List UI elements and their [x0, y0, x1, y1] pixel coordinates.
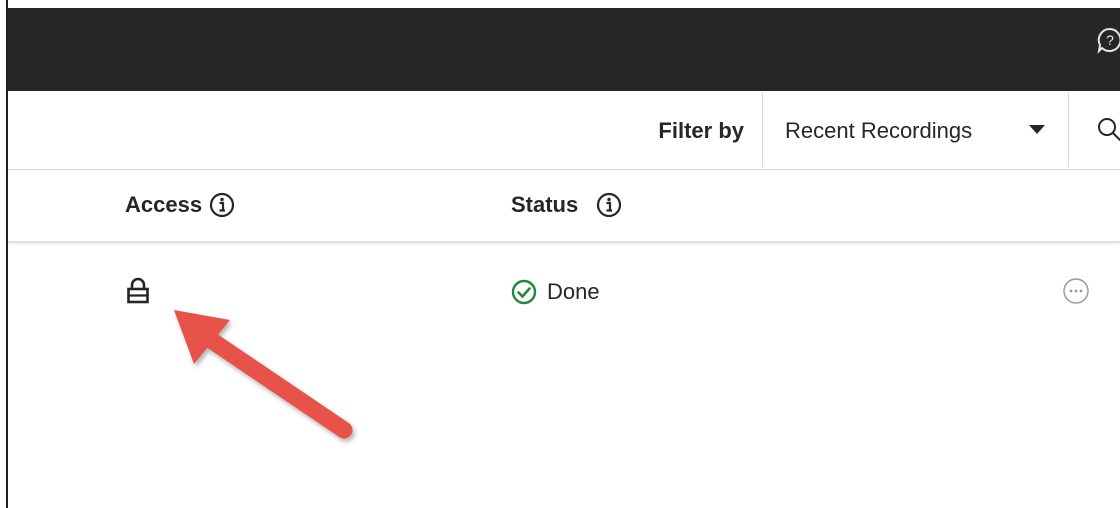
help-chat-icon[interactable]: ?: [1096, 26, 1120, 54]
page: ? Filter by Recent Recordings Access Sta…: [0, 0, 1120, 508]
frame-border: [6, 0, 8, 508]
filter-by-label: Filter by: [658, 118, 744, 143]
lock-icon: [126, 277, 150, 305]
more-options-icon[interactable]: [1062, 277, 1090, 305]
top-navigation-bar: [6, 8, 1120, 91]
svg-text:?: ?: [1106, 32, 1114, 48]
caret-down-icon: [1029, 125, 1045, 134]
annotation-arrow-icon: [160, 300, 370, 450]
access-info-icon[interactable]: [209, 192, 235, 218]
check-circle-icon: [511, 279, 537, 305]
column-header-access: Access: [125, 192, 203, 217]
recordings-filter-select[interactable]: Recent Recordings: [763, 91, 1068, 169]
status-info-icon[interactable]: [596, 192, 622, 218]
status-value: Done: [547, 279, 600, 304]
search-divider: [1068, 93, 1069, 167]
search-icon[interactable]: [1094, 114, 1120, 144]
column-header-status: Status: [511, 192, 579, 217]
filter-selected-value: Recent Recordings: [785, 118, 973, 143]
